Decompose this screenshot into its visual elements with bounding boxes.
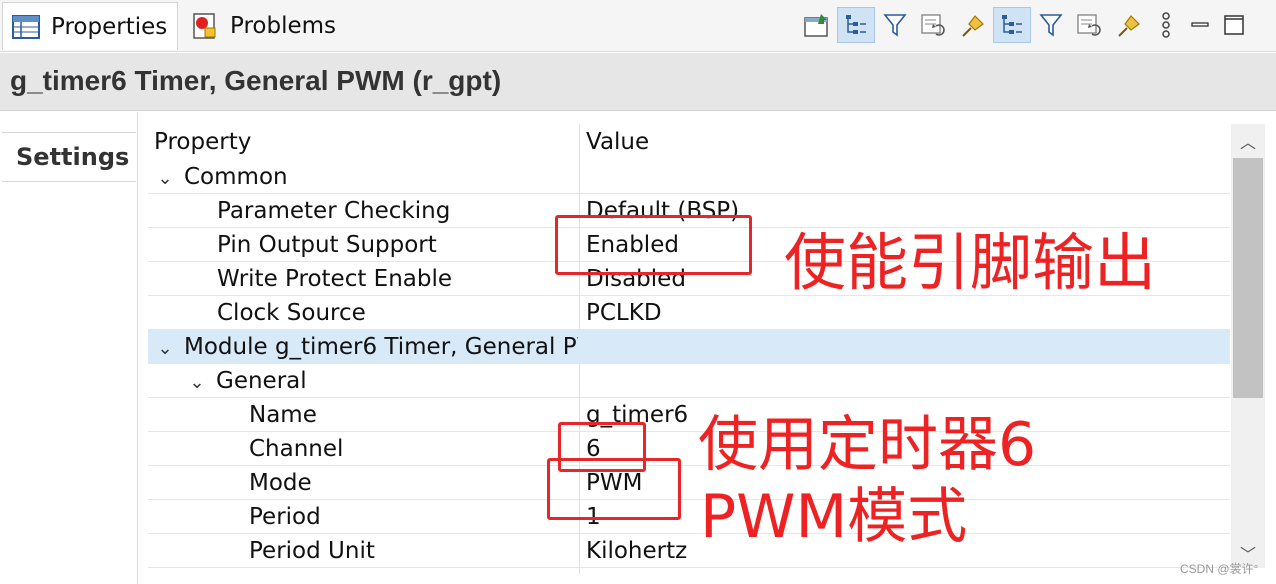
pin-icon[interactable] (954, 7, 992, 43)
highlight-box-mode (547, 458, 681, 520)
tab-properties[interactable]: Properties (2, 2, 178, 50)
scroll-up-icon[interactable]: ︿ (1231, 126, 1265, 156)
chevron-down-icon[interactable]: ⌄ (154, 338, 176, 359)
new-window-icon[interactable] (798, 7, 836, 43)
restore-icon[interactable] (1071, 7, 1109, 43)
property-table: Property Value ⌄ Common Parameter Checkin… (148, 124, 1230, 574)
watermark: CSDN @裳许° (1180, 562, 1259, 576)
tree-view-icon[interactable] (993, 7, 1031, 43)
minimize-icon[interactable] (1183, 7, 1217, 43)
table-row[interactable]: ⌄ Common (148, 160, 1230, 194)
view-toolbar (798, 6, 1251, 44)
tab-problems-label: Problems (230, 13, 337, 39)
table-row[interactable]: Name g_timer6 (148, 398, 1230, 432)
table-row[interactable]: Period Unit Kilohertz (148, 534, 1230, 568)
column-header-property[interactable]: Property (154, 124, 251, 160)
maximize-icon[interactable] (1217, 7, 1251, 43)
view-menu-icon[interactable] (1149, 7, 1183, 43)
scrollbar-thumb[interactable] (1233, 158, 1263, 398)
annotation-pwm-mode: PWM模式 (700, 482, 968, 552)
column-header-value[interactable]: Value (586, 124, 649, 160)
table-row[interactable]: Mode PWM (148, 466, 1230, 500)
chevron-down-icon[interactable]: ⌄ (154, 168, 176, 189)
table-row[interactable]: ⌄ General (148, 364, 1230, 398)
filter-icon[interactable] (1032, 7, 1070, 43)
table-row[interactable]: Period 1 (148, 500, 1230, 534)
vertical-scrollbar[interactable]: ︿ ﹀ (1231, 124, 1265, 568)
filter-icon[interactable] (876, 7, 914, 43)
tab-settings[interactable]: Settings (2, 132, 136, 182)
page-title: g_timer6 Timer, General PWM (r_gpt) (10, 65, 502, 96)
tree-view-icon[interactable] (837, 7, 875, 43)
properties-title-bar: g_timer6 Timer, General PWM (r_gpt) (0, 53, 1276, 111)
highlight-box-pin-output (555, 215, 752, 275)
problems-icon (190, 11, 220, 41)
properties-icon (11, 12, 41, 42)
annotation-pin-output: 使能引脚输出 (784, 226, 1157, 299)
table-row[interactable]: Channel 6 (148, 432, 1230, 466)
table-row[interactable]: ⌄Module g_timer6 Timer, General PWM (r_g… (148, 330, 1230, 364)
tab-problems[interactable]: Problems (182, 2, 352, 50)
properties-side-tabs: Settings (0, 112, 138, 584)
chevron-down-icon[interactable]: ⌄ (186, 372, 208, 393)
pin-icon[interactable] (1110, 7, 1148, 43)
restore-icon[interactable] (915, 7, 953, 43)
tab-properties-label: Properties (51, 13, 168, 40)
view-tab-bar: Properties Problems (0, 0, 1276, 52)
